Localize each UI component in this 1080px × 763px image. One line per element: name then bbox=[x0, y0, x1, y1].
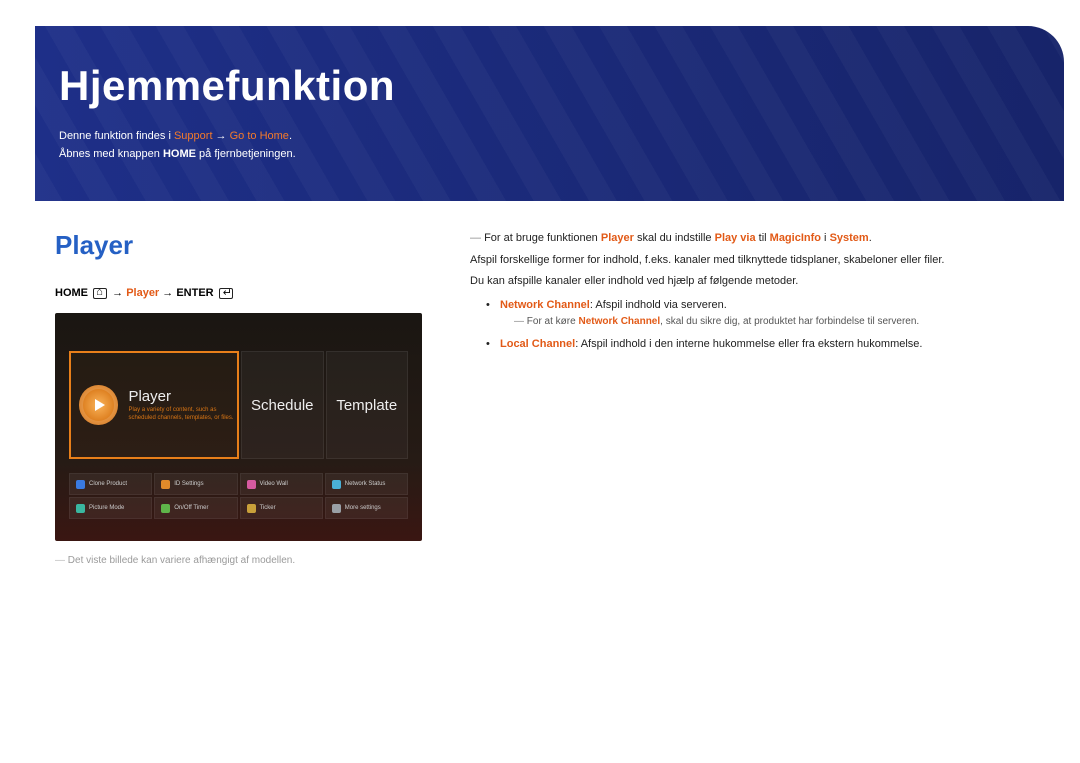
text: skal du indstille bbox=[634, 232, 715, 244]
card-text: Player Play a variety of content, such a… bbox=[128, 388, 237, 421]
nav-player-label: Player bbox=[126, 287, 159, 299]
label: Video Wall bbox=[260, 481, 288, 487]
text: Denne funktion findes i bbox=[59, 130, 174, 142]
disclaimer: Det viste billede kan variere afhængigt … bbox=[55, 555, 450, 566]
grid-item-picture-mode[interactable]: Picture Mode bbox=[69, 497, 152, 519]
network-channel-label: Network Channel bbox=[500, 299, 590, 311]
system-label: System bbox=[830, 232, 869, 244]
label: Network Status bbox=[345, 481, 386, 487]
text: : Afspil indhold via serveren. bbox=[590, 299, 727, 311]
banner-line-2: Åbnes med knappen HOME på fjernbetjening… bbox=[59, 146, 1040, 164]
playvia-label: Play via bbox=[715, 232, 756, 244]
arrow: → bbox=[112, 287, 126, 299]
support-label: Support bbox=[174, 130, 213, 142]
channel-list: Network Channel: Afspil indhold via serv… bbox=[486, 297, 1030, 354]
text: på fjernbetjeningen. bbox=[196, 148, 296, 160]
paragraph-2: Du kan afspille kanaler eller indhold ve… bbox=[470, 273, 1030, 291]
label: Clone Product bbox=[89, 481, 127, 487]
goto-home-label: Go to Home bbox=[230, 130, 289, 142]
card-schedule[interactable]: Schedule bbox=[241, 351, 324, 459]
chapter-title: Hjemmefunktion bbox=[59, 62, 1040, 110]
list-item-network: Network Channel: Afspil indhold via serv… bbox=[486, 297, 1030, 331]
text: i bbox=[821, 232, 830, 244]
card-player-sub: Play a variety of content, such as sched… bbox=[128, 407, 237, 421]
timer-icon bbox=[161, 504, 170, 513]
arrow: → bbox=[159, 287, 176, 299]
card-player[interactable]: Player Play a variety of content, such a… bbox=[69, 351, 239, 459]
banner-line-1: Denne funktion findes i Support → Go to … bbox=[59, 128, 1040, 146]
label: ID Settings bbox=[174, 481, 203, 487]
text: For at køre bbox=[527, 316, 579, 327]
card-schedule-title: Schedule bbox=[251, 397, 314, 414]
network-channel-label-2: Network Channel bbox=[578, 316, 660, 327]
list-item-local: Local Channel: Afspil indhold i den inte… bbox=[486, 336, 1030, 354]
player-label: Player bbox=[601, 232, 634, 244]
arrow: → bbox=[213, 130, 230, 142]
label: Ticker bbox=[260, 505, 276, 511]
grid-item-ticker[interactable]: Ticker bbox=[240, 497, 323, 519]
grid-item-network-status[interactable]: Network Status bbox=[325, 473, 408, 495]
text: . bbox=[289, 130, 292, 142]
text: : Afspil indhold i den interne hukommels… bbox=[575, 338, 922, 350]
more-icon bbox=[332, 504, 341, 513]
usage-note: For at bruge funktionen Player skal du i… bbox=[470, 230, 1030, 248]
paragraph-1: Afspil forskellige former for indhold, f… bbox=[470, 252, 1030, 270]
banner: Hjemmefunktion Denne funktion findes i S… bbox=[35, 26, 1064, 201]
text: til bbox=[756, 232, 770, 244]
clone-icon bbox=[76, 480, 85, 489]
enter-icon bbox=[219, 288, 233, 299]
play-icon bbox=[79, 385, 118, 425]
text: , skal du sikre dig, at produktet har fo… bbox=[660, 316, 919, 327]
right-column: For at bruge funktionen Player skal du i… bbox=[470, 230, 1030, 360]
text: For at bruge funktionen bbox=[484, 232, 601, 244]
bottom-grid: Clone Product ID Settings Video Wall Net… bbox=[69, 473, 408, 519]
card-template[interactable]: Template bbox=[326, 351, 409, 459]
nav-home-label: HOME bbox=[55, 287, 88, 299]
section-title: Player bbox=[55, 230, 450, 261]
card-template-title: Template bbox=[336, 397, 397, 414]
picture-icon bbox=[76, 504, 85, 513]
label: Picture Mode bbox=[89, 505, 124, 511]
label: On/Off Timer bbox=[174, 505, 208, 511]
content-body: Player HOME → Player → ENTER Player Play… bbox=[55, 230, 1030, 753]
grid-item-video-wall[interactable]: Video Wall bbox=[240, 473, 323, 495]
home-icon bbox=[93, 288, 107, 299]
text: . bbox=[869, 232, 872, 244]
top-cards: Player Play a variety of content, such a… bbox=[69, 351, 408, 459]
network-sub-note: For at køre Network Channel, skal du sik… bbox=[514, 314, 1030, 330]
grid-item-clone-product[interactable]: Clone Product bbox=[69, 473, 152, 495]
wall-icon bbox=[247, 480, 256, 489]
id-icon bbox=[161, 480, 170, 489]
grid-item-more-settings[interactable]: More settings bbox=[325, 497, 408, 519]
ui-screenshot: Player Play a variety of content, such a… bbox=[55, 313, 422, 541]
label: More settings bbox=[345, 505, 381, 511]
nav-enter-label: ENTER bbox=[176, 287, 213, 299]
text: Åbnes med knappen bbox=[59, 148, 163, 160]
grid-item-id-settings[interactable]: ID Settings bbox=[154, 473, 237, 495]
network-icon bbox=[332, 480, 341, 489]
grid-item-onoff-timer[interactable]: On/Off Timer bbox=[154, 497, 237, 519]
left-column: Player HOME → Player → ENTER Player Play… bbox=[55, 230, 450, 566]
magicinfo-label: MagicInfo bbox=[770, 232, 821, 244]
card-player-title: Player bbox=[128, 388, 237, 405]
local-channel-label: Local Channel bbox=[500, 338, 575, 350]
nav-path: HOME → Player → ENTER bbox=[55, 287, 450, 299]
home-button-label: HOME bbox=[163, 148, 196, 160]
page: Hjemmefunktion Denne funktion findes i S… bbox=[0, 0, 1080, 763]
ticker-icon bbox=[247, 504, 256, 513]
